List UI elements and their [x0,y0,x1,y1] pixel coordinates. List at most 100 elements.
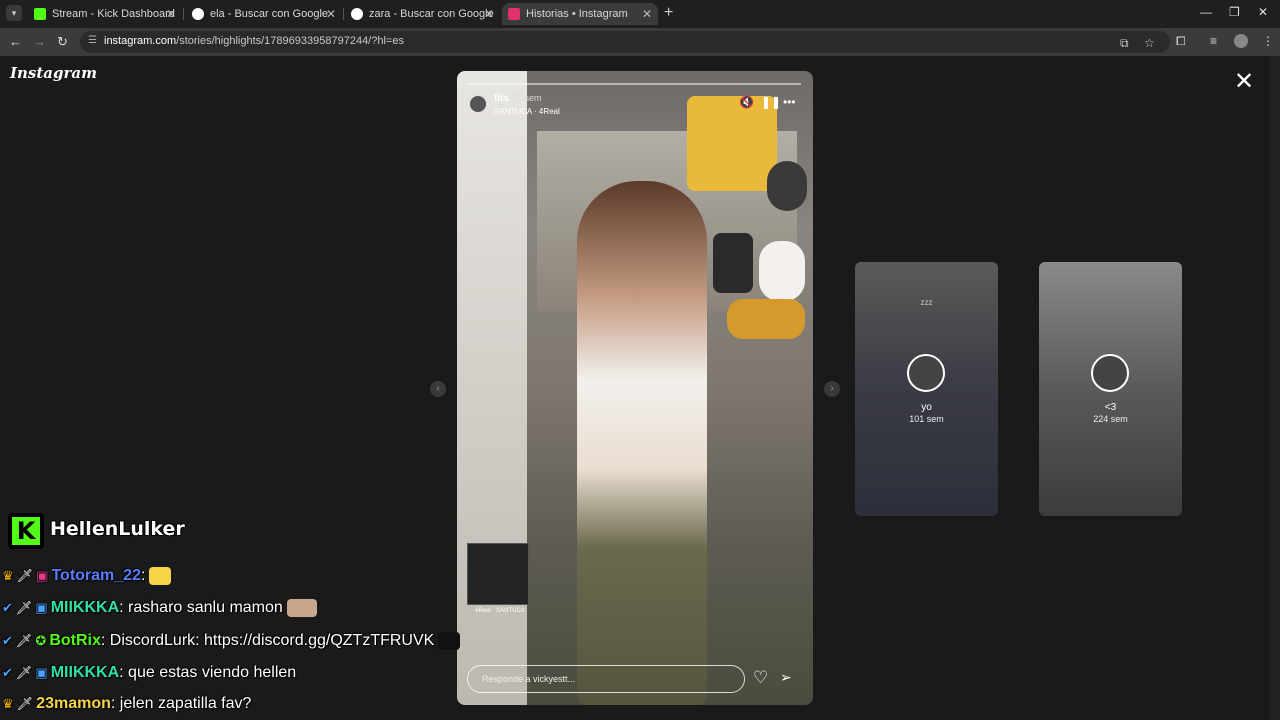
scrollbar[interactable] [1270,56,1280,720]
chat-username[interactable]: BotRix [49,632,101,649]
chat-message: ✔ 🗡 ▣ MIIKKKA: rasharo sanlu mamon [2,596,317,620]
story-song-label[interactable]: SANTUCA · 4Real [494,107,560,116]
active-story[interactable]: fits 37 sem SANTUCA · 4Real 🔇 ❚❚ ••• 4Re… [457,71,813,705]
story-username[interactable]: fits [494,93,509,104]
tab-google-zara[interactable]: zara - Buscar con Google ✕ [345,3,500,25]
kick-favicon-icon [34,8,46,20]
streamer-name: HellenLulker [50,518,185,540]
chat-text: : rasharo sanlu mamon [119,599,283,617]
new-tab-icon[interactable]: + [664,4,673,22]
tab-title: zara - Buscar con Google [369,8,494,20]
tab-search-menu-icon[interactable]: ▾ [6,5,22,21]
site-info-icon[interactable]: ☰ [88,35,97,46]
tab-divider [183,8,184,20]
chat-message: ♛ 🗡 ▣ Totoram_22: [2,564,172,588]
crown-icon: ♛ [2,568,14,583]
forward-icon[interactable]: → [33,34,46,49]
emote-icon [438,632,461,650]
hello-kitty-sticker [759,241,805,301]
sword-check-icon: ✔ [2,633,13,648]
like-heart-icon[interactable]: ♡ [753,668,768,688]
tab-title: Historias • Instagram [526,8,628,20]
tab-title: Stream - Kick Dashboard [52,8,175,20]
story-user-avatar[interactable] [469,95,487,113]
music-sticker[interactable] [467,543,529,605]
close-tab-icon[interactable]: ✕ [642,3,652,25]
close-tab-icon[interactable]: ✕ [166,3,176,25]
google-favicon-icon [351,8,363,20]
cartoon-sticker [767,161,807,211]
chat-text: : [140,567,146,585]
chat-message: ♛ 🗡 23mamon: jelen zapatilla fav? [2,692,251,716]
install-app-icon[interactable]: ⧉ [1120,36,1129,51]
more-menu-icon[interactable]: ⋮ [1262,34,1274,48]
sword-icon: 🗡 [15,600,33,615]
reload-icon[interactable]: ↻ [57,34,68,50]
preview-name: <3 [1104,402,1117,413]
sub-badge-icon: ▣ [35,665,48,680]
extensions-icon[interactable]: ⧠ [1176,34,1186,49]
sword-icon: 🗡 [16,696,34,711]
tab-google-ela[interactable]: ela - Buscar con Google ✕ [186,3,342,25]
restore-icon[interactable]: ❐ [1229,5,1240,19]
tab-instagram-stories[interactable]: Historias • Instagram ✕ [502,3,658,25]
profile-avatar-icon[interactable] [1234,34,1248,48]
emote-icon [149,567,172,585]
dog-sticker [727,299,805,339]
minimize-icon[interactable]: — [1200,5,1212,19]
bookmark-star-icon[interactable]: ☆ [1144,36,1155,50]
chat-message: ✔ 🗡 ✪ BotRix: DiscordLurk: https://discord.… [2,629,461,653]
story-preview-heart[interactable]: <3 224 sem [1039,262,1182,516]
crown-icon: ♛ [2,696,14,711]
close-window-icon[interactable]: ✕ [1258,5,1268,19]
tab-title: ela - Buscar con Google [210,8,329,20]
chat-text: : jelen zapatilla fav? [110,695,252,713]
close-tab-icon[interactable]: ✕ [326,3,336,25]
address-bar[interactable]: ☰ instagram.com/stories/highlights/17896… [80,31,1170,53]
browser-tab-bar: ▾ Stream - Kick Dashboard ✕ ela - Buscar… [0,0,1280,28]
kick-logo-icon: K [8,513,44,549]
chat-username[interactable]: MIIKKKA [51,599,119,616]
reply-placeholder: Responde a vickyestt... [482,674,576,684]
next-story-arrow-icon[interactable]: › [824,381,840,397]
sword-check-icon: ✔ [2,600,13,615]
instagram-logo[interactable]: Instagram [10,64,97,82]
browser-toolbar: ← → ↻ ☰ instagram.com/stories/highlights… [0,28,1280,56]
story-progress-bar [469,83,801,85]
story-preview-yo[interactable]: zzz yo 101 sem [855,262,998,516]
chat-username[interactable]: Totoram_22 [51,567,141,584]
pizza-sticker [687,96,777,191]
preview-avatar [907,354,945,392]
url-text: instagram.com/stories/highlights/1789693… [104,35,404,47]
close-tab-icon[interactable]: ✕ [484,3,494,25]
instagram-favicon-icon [508,8,520,20]
pause-icon[interactable]: ❚❚ [761,95,781,109]
chat-username[interactable]: 23mamon [36,695,111,712]
media-controls-icon[interactable]: ≡ [1210,34,1217,48]
emote-icon [286,599,317,617]
sword-icon: 🗡 [16,568,34,583]
instagram-stories-page: Instagram ✕ ‹ › fits 37 sem SANTUCA · 4R… [0,56,1280,720]
preview-caption: zzz [920,298,933,307]
previous-story-arrow-icon[interactable]: ‹ [430,381,446,397]
more-options-icon[interactable]: ••• [783,95,796,109]
preview-avatar [1091,354,1129,392]
chat-username[interactable]: MIIKKKA [51,664,119,681]
sword-check-icon: ✔ [2,665,13,680]
tab-divider [343,8,344,20]
back-icon[interactable]: ← [9,34,22,49]
tab-kick-dashboard[interactable]: Stream - Kick Dashboard ✕ [28,3,182,25]
verified-icon: ✪ [35,633,47,648]
google-favicon-icon [192,8,204,20]
reply-input[interactable]: Responde a vickyestt... [467,665,745,693]
sword-icon: 🗡 [15,665,33,680]
sub-badge-icon: ▣ [35,600,48,615]
send-icon[interactable]: ➢ [780,669,792,686]
sword-icon: 🗡 [15,633,33,648]
preview-time: 224 sem [1093,414,1128,424]
chat-message: ✔ 🗡 ▣ MIIKKKA: que estas viendo hellen [2,661,296,685]
story-timestamp: 37 sem [512,93,542,103]
mute-icon[interactable]: 🔇 [739,95,754,109]
close-stories-icon[interactable]: ✕ [1234,70,1254,94]
preview-time: 101 sem [909,414,944,424]
